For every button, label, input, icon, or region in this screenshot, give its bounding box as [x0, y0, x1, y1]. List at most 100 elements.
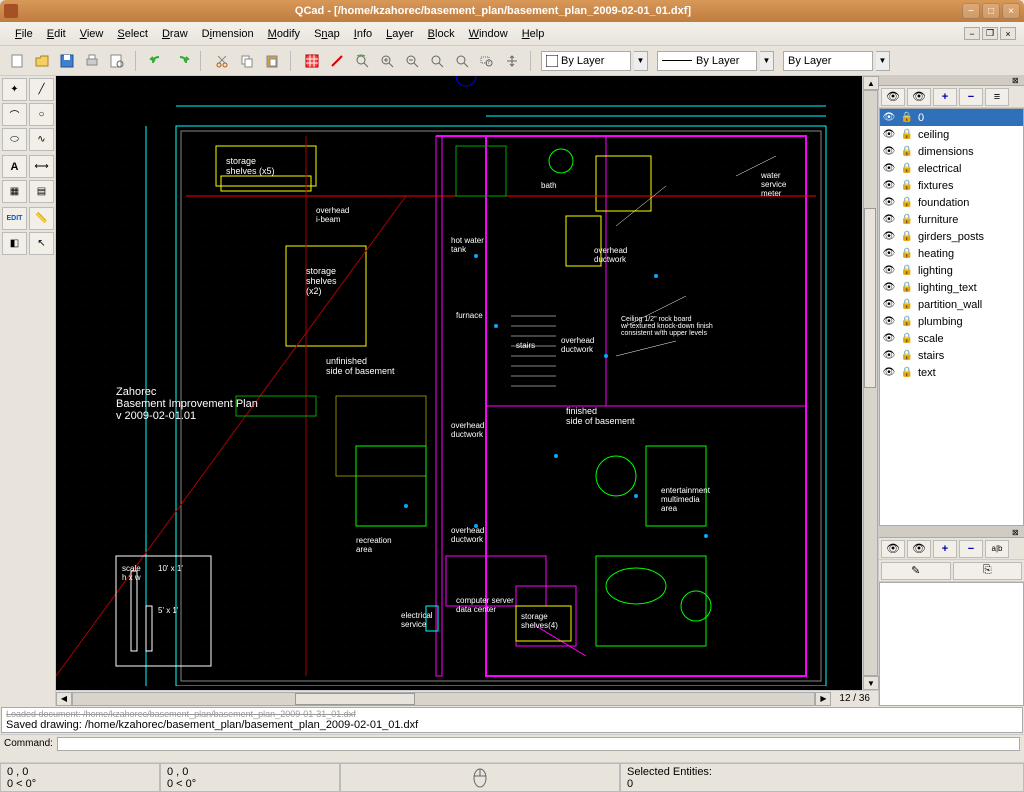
- layer-row[interactable]: 👁🔒dimensions: [880, 143, 1023, 160]
- print-icon[interactable]: [81, 50, 103, 72]
- layer-row[interactable]: 👁🔒fixtures: [880, 177, 1023, 194]
- eye-icon[interactable]: 👁: [882, 180, 896, 192]
- eye-icon[interactable]: 👁: [882, 316, 896, 328]
- drawing-canvas[interactable]: ZahorecBasement Improvement Planv 2009-0…: [56, 76, 878, 690]
- eye-icon[interactable]: 👁: [882, 214, 896, 226]
- eye-icon[interactable]: 👁: [882, 248, 896, 260]
- block-rename-icon[interactable]: a|b: [985, 540, 1009, 558]
- save-icon[interactable]: [56, 50, 78, 72]
- layer-row[interactable]: 👁🔒ceiling: [880, 126, 1023, 143]
- draft-icon[interactable]: [326, 50, 348, 72]
- layer-remove-icon[interactable]: −: [959, 88, 983, 106]
- linetype-dropdown-btn[interactable]: ▼: [760, 51, 774, 71]
- horizontal-scrollbar[interactable]: ◀ ▶ 12 / 36: [56, 690, 878, 706]
- menu-layer[interactable]: Layer: [379, 24, 421, 44]
- lock-icon[interactable]: 🔒: [900, 316, 914, 328]
- block-show-all-icon[interactable]: 👁: [881, 540, 905, 558]
- block-insert-icon[interactable]: ⎘: [953, 562, 1023, 580]
- layer-row[interactable]: 👁🔒scale: [880, 330, 1023, 347]
- edit-tool[interactable]: EDIT: [2, 207, 27, 230]
- block-list[interactable]: [879, 582, 1024, 706]
- menu-dimension[interactable]: Dimension: [195, 24, 261, 44]
- lock-icon[interactable]: 🔒: [900, 197, 914, 209]
- eye-icon[interactable]: 👁: [882, 163, 896, 175]
- layer-row[interactable]: 👁🔒furniture: [880, 211, 1023, 228]
- linetype-dropdown[interactable]: By Layer: [657, 51, 757, 71]
- dimension-tool[interactable]: ⟷: [29, 155, 54, 178]
- lock-icon[interactable]: 🔒: [900, 214, 914, 226]
- eye-icon[interactable]: 👁: [882, 112, 896, 124]
- point-tool[interactable]: ✦: [2, 78, 27, 101]
- block-panel-close-icon[interactable]: ⊠: [1012, 528, 1022, 538]
- text-tool[interactable]: A: [2, 155, 27, 178]
- open-icon[interactable]: [31, 50, 53, 72]
- layer-row[interactable]: 👁🔒electrical: [880, 160, 1023, 177]
- cut-icon[interactable]: [211, 50, 233, 72]
- layer-row[interactable]: 👁🔒partition_wall: [880, 296, 1023, 313]
- lock-icon[interactable]: 🔒: [900, 180, 914, 192]
- eye-icon[interactable]: 👁: [882, 333, 896, 345]
- block-edit-icon[interactable]: ✎: [881, 562, 951, 580]
- select-tool[interactable]: ↖: [29, 232, 54, 255]
- linewidth-dropdown-btn[interactable]: ▼: [634, 51, 648, 71]
- lock-icon[interactable]: 🔒: [900, 333, 914, 345]
- lock-icon[interactable]: 🔒: [900, 146, 914, 158]
- eye-icon[interactable]: 👁: [882, 367, 896, 379]
- new-icon[interactable]: [6, 50, 28, 72]
- block-add-icon[interactable]: +: [933, 540, 957, 558]
- lock-icon[interactable]: 🔒: [900, 265, 914, 277]
- measure-tool[interactable]: 📏: [29, 207, 54, 230]
- menu-window[interactable]: Window: [462, 24, 515, 44]
- eye-icon[interactable]: 👁: [882, 231, 896, 243]
- lock-icon[interactable]: 🔒: [900, 367, 914, 379]
- ellipse-tool[interactable]: ⬭: [2, 128, 27, 151]
- color-dropdown[interactable]: By Layer: [783, 51, 873, 71]
- zoom-window-icon[interactable]: [476, 50, 498, 72]
- menu-view[interactable]: View: [73, 24, 111, 44]
- command-input[interactable]: [57, 737, 1020, 751]
- lock-icon[interactable]: 🔒: [900, 112, 914, 124]
- vertical-scrollbar[interactable]: ▲ ▼: [862, 76, 878, 690]
- lock-icon[interactable]: 🔒: [900, 282, 914, 294]
- menu-draw[interactable]: Draw: [155, 24, 195, 44]
- menu-info[interactable]: Info: [347, 24, 379, 44]
- color-dropdown-btn[interactable]: ▼: [876, 51, 890, 71]
- lock-icon[interactable]: 🔒: [900, 350, 914, 362]
- scroll-right-btn[interactable]: ▶: [815, 692, 831, 706]
- zoom-previous-icon[interactable]: [451, 50, 473, 72]
- block-panel-header[interactable]: ⊠: [879, 528, 1024, 538]
- lock-icon[interactable]: 🔒: [900, 248, 914, 260]
- arc-tool[interactable]: ⌒: [2, 103, 27, 126]
- layer-row[interactable]: 👁🔒lighting_text: [880, 279, 1023, 296]
- menu-modify[interactable]: Modify: [261, 24, 307, 44]
- zoom-in-icon[interactable]: [376, 50, 398, 72]
- eye-icon[interactable]: 👁: [882, 299, 896, 311]
- close-button[interactable]: ×: [1002, 3, 1020, 19]
- layer-panel-close-icon[interactable]: ⊠: [1012, 76, 1022, 86]
- layer-row[interactable]: 👁🔒heating: [880, 245, 1023, 262]
- layer-row[interactable]: 👁🔒foundation: [880, 194, 1023, 211]
- menu-help[interactable]: Help: [515, 24, 552, 44]
- eye-icon[interactable]: 👁: [882, 146, 896, 158]
- menu-snap[interactable]: Snap: [307, 24, 347, 44]
- layer-show-all-icon[interactable]: 👁: [881, 88, 905, 106]
- zoom-out-icon[interactable]: [401, 50, 423, 72]
- block-tool[interactable]: ◧: [2, 232, 27, 255]
- menu-file[interactable]: File: [8, 24, 40, 44]
- scroll-left-btn[interactable]: ◀: [56, 692, 72, 706]
- block-remove-icon[interactable]: −: [959, 540, 983, 558]
- layer-panel-header[interactable]: ⊠: [879, 76, 1024, 86]
- layer-row[interactable]: 👁🔒lighting: [880, 262, 1023, 279]
- layer-add-icon[interactable]: +: [933, 88, 957, 106]
- mdi-restore[interactable]: ❐: [982, 27, 998, 40]
- eye-icon[interactable]: 👁: [882, 265, 896, 277]
- layer-edit-icon[interactable]: ≡: [985, 88, 1009, 106]
- copy-icon[interactable]: [236, 50, 258, 72]
- minimize-button[interactable]: −: [962, 3, 980, 19]
- line-tool[interactable]: ╱: [29, 78, 54, 101]
- block-hide-all-icon[interactable]: 👁: [907, 540, 931, 558]
- spline-tool[interactable]: ∿: [29, 128, 54, 151]
- mdi-minimize[interactable]: −: [964, 27, 980, 40]
- layer-list[interactable]: 👁🔒0👁🔒ceiling👁🔒dimensions👁🔒electrical👁🔒fi…: [879, 108, 1024, 526]
- eye-icon[interactable]: 👁: [882, 197, 896, 209]
